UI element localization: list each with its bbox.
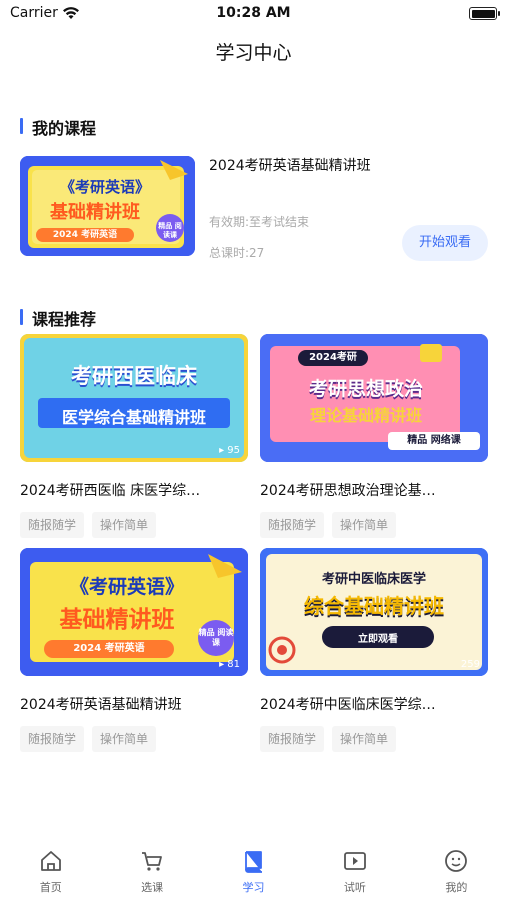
home-icon bbox=[40, 851, 61, 871]
tab-mine[interactable]: 我的 bbox=[406, 838, 507, 900]
tab-label: 试听 bbox=[343, 881, 366, 894]
status-bar: Carrier 10:28 AM bbox=[0, 0, 507, 30]
thumb-line1: 考研思想政治 bbox=[308, 378, 423, 400]
thumb-badge: 精品 阅读课 bbox=[198, 628, 234, 647]
course-title[interactable]: 2024考研英语基础精讲班 bbox=[209, 155, 371, 175]
course-card[interactable]: 《考研英语》 基础精讲班 2024 考研英语 精品 阅读课 ▸ 81 2024考… bbox=[20, 548, 248, 752]
face-icon bbox=[445, 850, 468, 872]
tab-study[interactable]: 学习 bbox=[203, 838, 304, 900]
tab-label: 学习 bbox=[242, 881, 265, 894]
course-thumbnail[interactable]: 《考研英语》 基础精讲班 2024 考研英语 精品 阅读课 ▸ 81 bbox=[20, 548, 248, 676]
course-tag: 随报随学 bbox=[260, 726, 325, 752]
course-card[interactable]: 2024考研 考研思想政治 理论基础精讲班 精品 网络课 2024考研思想政治理… bbox=[260, 334, 488, 538]
tab-select-course[interactable]: 选课 bbox=[101, 838, 202, 900]
view-count: ▸ 95 bbox=[219, 445, 240, 456]
thumb-cta: 立即观看 bbox=[358, 634, 398, 645]
video-icon bbox=[344, 852, 366, 870]
my-course-card[interactable]: 《考研英语》 基础精讲班 2024 考研英语 精品 阅读课 2024考研英语基础… bbox=[20, 150, 488, 261]
view-count-value: 259 bbox=[460, 659, 480, 670]
thumbnail-art bbox=[20, 334, 248, 462]
recommend-heading: 课程推荐 bbox=[20, 306, 96, 330]
view-count: 259 bbox=[461, 659, 480, 670]
book-icon bbox=[244, 851, 262, 873]
battery-icon bbox=[469, 7, 500, 20]
my-courses-heading: 我的课程 bbox=[20, 115, 96, 139]
course-thumbnail[interactable]: 《考研英语》 基础精讲班 2024 考研英语 精品 阅读课 bbox=[20, 156, 195, 256]
course-thumbnail[interactable]: 考研西医临床 医学综合基础精讲班 ▸ 95 bbox=[20, 334, 248, 462]
thumb-line3: 2024 考研英语 bbox=[44, 640, 174, 658]
tab-trial[interactable]: 试听 bbox=[304, 838, 405, 900]
course-title[interactable]: 2024考研思想政治理论基… bbox=[260, 480, 488, 500]
thumb-line1: 考研中医临床医学 bbox=[321, 572, 426, 587]
thumb-line3: 2024 考研英语 bbox=[36, 228, 134, 242]
course-tag: 操作简单 bbox=[92, 726, 157, 752]
thumb-line2: 基础精讲班 bbox=[59, 607, 175, 633]
course-card[interactable]: 考研中医临床医学 综合基础精讲班 立即观看 259 2024考研中医临床医学综…… bbox=[260, 548, 488, 752]
course-tag: 操作简单 bbox=[332, 512, 397, 538]
tab-label: 我的 bbox=[445, 881, 468, 894]
course-hours: 总课时:27 bbox=[209, 246, 265, 260]
tab-bar: 首页 选课 学习 试听 我的 bbox=[0, 838, 507, 900]
thumb-badge: 精品 网络课 bbox=[388, 432, 480, 450]
thumb-line2: 综合基础精讲班 bbox=[304, 594, 444, 618]
thumb-line2: 医学综合基础精讲班 bbox=[61, 408, 206, 427]
thumb-line1: 《考研英语》 bbox=[69, 576, 184, 598]
thumb-line1: 考研西医临床 bbox=[71, 364, 197, 388]
cart-icon bbox=[142, 852, 163, 871]
course-title[interactable]: 2024考研西医临 床医学综… bbox=[20, 480, 248, 500]
page-title: 学习中心 bbox=[215, 42, 292, 64]
course-card[interactable]: 考研西医临床 医学综合基础精讲班 ▸ 95 2024考研西医临 床医学综… 随报… bbox=[20, 334, 248, 538]
start-watching-button[interactable]: 开始观看 bbox=[402, 225, 488, 261]
tab-home[interactable]: 首页 bbox=[0, 838, 101, 900]
thumb-year: 2024考研 bbox=[298, 350, 368, 366]
status-time: 10:28 AM bbox=[216, 5, 291, 21]
course-thumbnail[interactable]: 2024考研 考研思想政治 理论基础精讲班 精品 网络课 bbox=[260, 334, 488, 462]
course-title[interactable]: 2024考研中医临床医学综… bbox=[260, 694, 488, 714]
view-count-value: 81 bbox=[227, 659, 240, 670]
course-validity: 有效期:至考试结束 bbox=[209, 215, 310, 229]
course-tag: 随报随学 bbox=[20, 726, 85, 752]
thumb-line1: 《考研英语》 bbox=[59, 178, 150, 196]
course-tag: 随报随学 bbox=[260, 512, 325, 538]
thumb-badge: 精品 阅读课 bbox=[158, 222, 182, 239]
view-count-value: 95 bbox=[227, 445, 240, 456]
view-count: ▸ 81 bbox=[219, 659, 240, 670]
course-tag: 操作简单 bbox=[332, 726, 397, 752]
course-tag: 随报随学 bbox=[20, 512, 85, 538]
thumb-line2: 理论基础精讲班 bbox=[309, 406, 422, 425]
tab-label: 选课 bbox=[141, 881, 164, 894]
course-title[interactable]: 2024考研英语基础精讲班 bbox=[20, 694, 248, 714]
thumb-line2: 基础精讲班 bbox=[50, 202, 140, 223]
course-thumbnail[interactable]: 考研中医临床医学 综合基础精讲班 立即观看 259 bbox=[260, 548, 488, 676]
course-tag: 操作简单 bbox=[92, 512, 157, 538]
tab-label: 首页 bbox=[39, 881, 62, 894]
